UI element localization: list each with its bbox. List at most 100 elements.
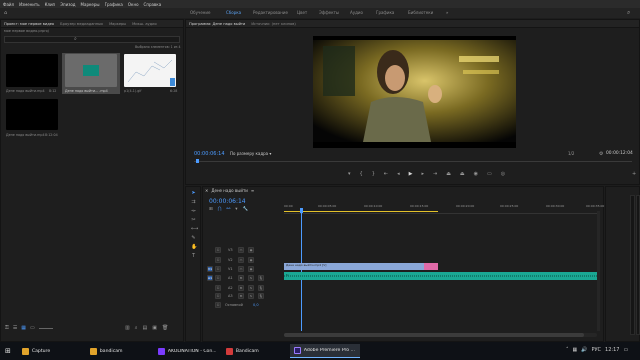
mute-button[interactable]: M bbox=[238, 275, 244, 281]
video-frame[interactable] bbox=[313, 36, 516, 148]
new-bin-icon[interactable]: ▤ bbox=[143, 325, 148, 331]
lock-icon[interactable]: ⚿ bbox=[215, 257, 221, 263]
workspace-tab-assembly[interactable]: Сборка bbox=[226, 10, 241, 15]
add-marker-icon[interactable]: ▾ bbox=[348, 171, 351, 177]
resolution-dropdown[interactable]: 1/2 bbox=[568, 151, 574, 156]
notifications-icon[interactable]: ▭ bbox=[623, 347, 628, 353]
tab-program[interactable]: Программа: Дене надо выйти bbox=[189, 22, 245, 26]
solo-button[interactable]: S bbox=[248, 293, 254, 299]
pen-tool-icon[interactable]: ✎ bbox=[191, 236, 196, 241]
fit-dropdown[interactable]: По размеру кадра ▾ bbox=[230, 151, 271, 156]
wrench-icon[interactable]: 🔧 bbox=[243, 207, 249, 212]
lock-icon[interactable]: ⚿ bbox=[215, 247, 221, 253]
go-to-out-icon[interactable]: ⇥ bbox=[433, 171, 437, 177]
workspace-tab-learning[interactable]: Обучение bbox=[190, 10, 210, 15]
lock-icon[interactable]: ⚿ bbox=[215, 266, 221, 272]
settings-icon[interactable]: ⚙ bbox=[599, 151, 603, 157]
scrollbar-thumb[interactable] bbox=[284, 333, 584, 337]
taskbar-item[interactable]: bandicam bbox=[86, 344, 152, 358]
start-button[interactable]: ⊞ bbox=[0, 344, 16, 358]
hand-tool-icon[interactable]: ✋ bbox=[191, 245, 197, 250]
type-tool-icon[interactable]: T bbox=[191, 254, 196, 259]
search-icon[interactable]: ⌕ bbox=[627, 9, 630, 17]
lift-icon[interactable]: ⏏ bbox=[446, 171, 451, 177]
automate-icon[interactable]: ▥ bbox=[125, 325, 130, 331]
freeform-view-icon[interactable]: ▭ bbox=[30, 325, 35, 331]
track-select-tool-icon[interactable]: ⇉ bbox=[191, 200, 196, 205]
video-clip[interactable]: Дене надо выйти.mp4 [V] bbox=[284, 263, 424, 270]
extract-icon[interactable]: ⏏ bbox=[460, 171, 465, 177]
master-volume[interactable]: 0,0 bbox=[253, 303, 259, 307]
menu-window[interactable]: Окно bbox=[128, 2, 139, 7]
menu-file[interactable]: Файл bbox=[3, 2, 14, 7]
timeline-horizontal-scrollbar[interactable] bbox=[284, 333, 597, 337]
comparison-view-icon[interactable]: ▭ bbox=[487, 171, 492, 177]
thumbnail-clip-2[interactable] bbox=[65, 54, 117, 87]
solo-button[interactable]: S bbox=[248, 285, 254, 291]
tab-audio-mixer[interactable]: Микш. аудио bbox=[132, 22, 157, 26]
menu-clip[interactable]: Клип bbox=[45, 2, 56, 7]
work-area-bar[interactable] bbox=[284, 211, 438, 212]
linked-selection-icon[interactable]: ⚯ bbox=[226, 207, 230, 212]
ripple-edit-tool-icon[interactable]: ⟛ bbox=[191, 209, 196, 214]
solo-button[interactable]: S bbox=[248, 275, 254, 281]
workspace-tab-editing[interactable]: Редактирование bbox=[253, 10, 288, 15]
menu-sequence[interactable]: Эпизод bbox=[60, 2, 75, 7]
workspace-tab-libraries[interactable]: Библиотеки bbox=[408, 10, 433, 15]
menu-icon[interactable]: ≡ bbox=[251, 188, 254, 193]
taskbar-item[interactable]: AKOLINATION - Con... bbox=[154, 344, 220, 358]
find-icon[interactable]: ⌕ bbox=[135, 325, 138, 331]
tab-source[interactable]: Источник: (нет клипов) bbox=[251, 22, 295, 26]
audio-clip[interactable]: fx bbox=[284, 272, 597, 280]
home-icon[interactable]: ⌂ bbox=[4, 10, 10, 16]
sync-lock-icon[interactable]: ▭ bbox=[238, 266, 244, 272]
menu-graphics[interactable]: Графика bbox=[105, 2, 123, 7]
gif-clip[interactable] bbox=[424, 263, 438, 270]
timeline-tab[interactable]: ✕ Дене надо выйти ≡ bbox=[205, 188, 254, 193]
tab-markers[interactable]: Маркеры bbox=[109, 22, 126, 26]
timeline-timecode[interactable]: 00:00:06:14 bbox=[209, 198, 246, 205]
taskbar-item[interactable]: Capture bbox=[18, 344, 84, 358]
add-button-icon[interactable]: + bbox=[632, 171, 636, 177]
timeline-vertical-scrollbar[interactable] bbox=[597, 211, 600, 331]
razor-tool-icon[interactable]: ✂ bbox=[191, 218, 196, 223]
source-patch-a1[interactable]: A1 bbox=[207, 275, 213, 281]
step-forward-icon[interactable]: ▸ bbox=[421, 171, 424, 177]
step-back-icon[interactable]: ◂ bbox=[397, 171, 400, 177]
workspace-tab-effects[interactable]: Эффекты bbox=[319, 10, 339, 15]
eye-icon[interactable]: ◉ bbox=[248, 266, 254, 272]
list-view-icon[interactable]: ☰ bbox=[13, 325, 17, 331]
mark-out-icon[interactable]: } bbox=[372, 171, 375, 177]
eye-icon[interactable]: ◉ bbox=[248, 247, 254, 253]
play-icon[interactable]: ▶ bbox=[409, 171, 413, 177]
vr-icon[interactable]: ◎ bbox=[501, 171, 505, 177]
chevron-up-icon[interactable]: ˄ bbox=[566, 347, 569, 353]
thumbnail-clip-4[interactable] bbox=[6, 99, 58, 130]
close-icon[interactable]: ✕ bbox=[205, 188, 208, 193]
thumbnail-clip-3[interactable] bbox=[124, 54, 176, 87]
menu-help[interactable]: Справка bbox=[144, 2, 162, 7]
zoom-slider[interactable] bbox=[38, 327, 53, 329]
time-ruler[interactable]: 00:00 00:00:05:00 00:00:10:00 00:00:15:0… bbox=[284, 204, 604, 214]
lock-icon[interactable]: ⚿ bbox=[215, 285, 221, 291]
overflow-icon[interactable]: » bbox=[446, 10, 448, 15]
go-to-in-icon[interactable]: ⇤ bbox=[384, 171, 388, 177]
magnet-icon[interactable]: ⋂ bbox=[218, 207, 222, 212]
workspace-tab-color[interactable]: Цвет bbox=[297, 10, 307, 15]
menu-markers[interactable]: Маркеры bbox=[81, 2, 100, 7]
lock-icon[interactable]: ⚿ bbox=[215, 275, 221, 281]
mute-button[interactable]: M bbox=[238, 293, 244, 299]
taskbar-item-active[interactable]: Adobe Premiere Pro ... bbox=[289, 344, 360, 358]
playhead-marker[interactable] bbox=[196, 159, 199, 163]
selection-tool-icon[interactable]: ➤ bbox=[191, 191, 196, 196]
program-scrubber[interactable] bbox=[194, 161, 632, 162]
sync-lock-icon[interactable]: ▭ bbox=[238, 257, 244, 263]
delete-icon[interactable]: 🗑 bbox=[162, 325, 168, 331]
microphone-icon[interactable]: 🎙 bbox=[258, 275, 264, 281]
slip-tool-icon[interactable]: ⟷ bbox=[191, 227, 198, 232]
mark-in-icon[interactable]: { bbox=[360, 171, 363, 177]
eye-icon[interactable]: ◉ bbox=[248, 257, 254, 263]
add-marker-icon[interactable]: ▾ bbox=[235, 207, 237, 212]
thumbnail-clip-1[interactable] bbox=[6, 54, 58, 87]
export-frame-icon[interactable]: ◉ bbox=[474, 171, 478, 177]
